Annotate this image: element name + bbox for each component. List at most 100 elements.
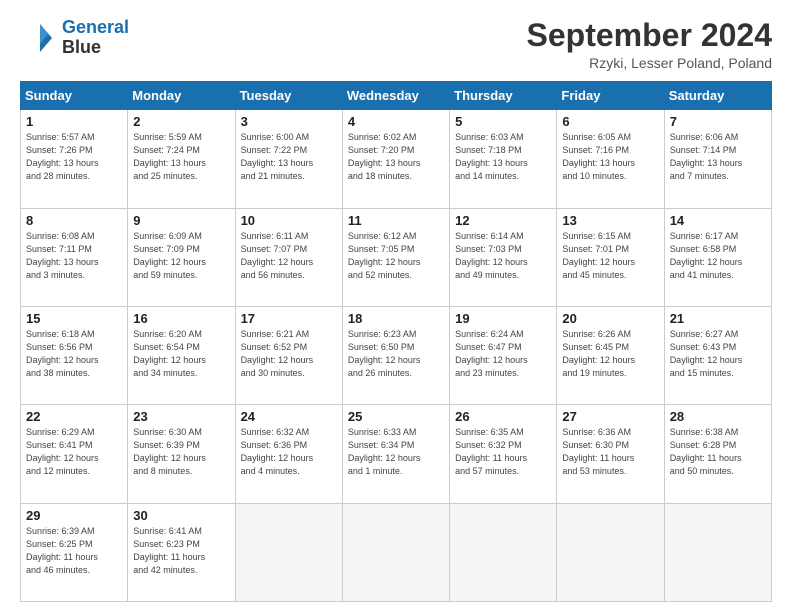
calendar-day-cell: 12 Sunrise: 6:14 AM Sunset: 7:03 PM Dayli… xyxy=(450,208,557,306)
day-info: Sunrise: 6:15 AM Sunset: 7:01 PM Dayligh… xyxy=(562,230,658,282)
day-info: Sunrise: 6:27 AM Sunset: 6:43 PM Dayligh… xyxy=(670,328,766,380)
day-info: Sunrise: 6:41 AM Sunset: 6:23 PM Dayligh… xyxy=(133,525,229,577)
day-number: 18 xyxy=(348,311,444,326)
calendar-table: SundayMondayTuesdayWednesdayThursdayFrid… xyxy=(20,81,772,602)
calendar-week-row: 29Sunrise: 6:39 AM Sunset: 6:25 PM Dayli… xyxy=(21,503,772,601)
calendar-day-cell: 29Sunrise: 6:39 AM Sunset: 6:25 PM Dayli… xyxy=(21,503,128,601)
day-number: 20 xyxy=(562,311,658,326)
weekday-header: Wednesday xyxy=(342,82,449,110)
day-number: 10 xyxy=(241,213,337,228)
weekday-header: Friday xyxy=(557,82,664,110)
day-number: 26 xyxy=(455,409,551,424)
location: Rzyki, Lesser Poland, Poland xyxy=(527,55,772,71)
weekday-header: Thursday xyxy=(450,82,557,110)
day-number: 25 xyxy=(348,409,444,424)
day-number: 4 xyxy=(348,114,444,129)
calendar-week-row: 22 Sunrise: 6:29 AM Sunset: 6:41 PM Dayli… xyxy=(21,405,772,503)
calendar-day-cell: 2 Sunrise: 5:59 AM Sunset: 7:24 PM Daylig… xyxy=(128,110,235,208)
day-info: Sunrise: 6:20 AM Sunset: 6:54 PM Dayligh… xyxy=(133,328,229,380)
calendar-day-cell xyxy=(342,503,449,601)
calendar-day-cell xyxy=(235,503,342,601)
day-number: 30 xyxy=(133,508,229,523)
day-number: 8 xyxy=(26,213,122,228)
logo-icon xyxy=(20,20,56,56)
day-info: Sunrise: 6:24 AM Sunset: 6:47 PM Dayligh… xyxy=(455,328,551,380)
day-info: Sunrise: 6:35 AM Sunset: 6:32 PM Dayligh… xyxy=(455,426,551,478)
logo-line2: Blue xyxy=(62,38,129,58)
day-number: 21 xyxy=(670,311,766,326)
day-info: Sunrise: 6:05 AM Sunset: 7:16 PM Dayligh… xyxy=(562,131,658,183)
day-info: Sunrise: 6:18 AM Sunset: 6:56 PM Dayligh… xyxy=(26,328,122,380)
calendar-day-cell: 26 Sunrise: 6:35 AM Sunset: 6:32 PM Dayli… xyxy=(450,405,557,503)
logo-line1: General xyxy=(62,17,129,37)
day-info: Sunrise: 6:32 AM Sunset: 6:36 PM Dayligh… xyxy=(241,426,337,478)
day-info: Sunrise: 6:08 AM Sunset: 7:11 PM Dayligh… xyxy=(26,230,122,282)
day-info: Sunrise: 6:14 AM Sunset: 7:03 PM Dayligh… xyxy=(455,230,551,282)
day-info: Sunrise: 6:23 AM Sunset: 6:50 PM Dayligh… xyxy=(348,328,444,380)
day-number: 5 xyxy=(455,114,551,129)
calendar-day-cell: 5 Sunrise: 6:03 AM Sunset: 7:18 PM Daylig… xyxy=(450,110,557,208)
month-title: September 2024 xyxy=(527,18,772,53)
day-number: 12 xyxy=(455,213,551,228)
calendar-day-cell: 23Sunrise: 6:30 AM Sunset: 6:39 PM Dayli… xyxy=(128,405,235,503)
day-info: Sunrise: 6:09 AM Sunset: 7:09 PM Dayligh… xyxy=(133,230,229,282)
calendar-day-cell: 19 Sunrise: 6:24 AM Sunset: 6:47 PM Dayli… xyxy=(450,306,557,404)
calendar-day-cell: 11 Sunrise: 6:12 AM Sunset: 7:05 PM Dayli… xyxy=(342,208,449,306)
calendar-day-cell: 10 Sunrise: 6:11 AM Sunset: 7:07 PM Dayli… xyxy=(235,208,342,306)
calendar-day-cell: 28 Sunrise: 6:38 AM Sunset: 6:28 PM Dayli… xyxy=(664,405,771,503)
day-number: 11 xyxy=(348,213,444,228)
calendar-day-cell xyxy=(664,503,771,601)
day-number: 2 xyxy=(133,114,229,129)
day-number: 1 xyxy=(26,114,122,129)
weekday-header: Monday xyxy=(128,82,235,110)
logo-text: General Blue xyxy=(62,18,129,58)
calendar-day-cell: 1 Sunrise: 5:57 AM Sunset: 7:26 PM Daylig… xyxy=(21,110,128,208)
calendar-day-cell: 18 Sunrise: 6:23 AM Sunset: 6:50 PM Dayli… xyxy=(342,306,449,404)
calendar-day-cell: 24 Sunrise: 6:32 AM Sunset: 6:36 PM Dayli… xyxy=(235,405,342,503)
weekday-header: Saturday xyxy=(664,82,771,110)
day-number: 19 xyxy=(455,311,551,326)
calendar-day-cell: 20Sunrise: 6:26 AM Sunset: 6:45 PM Dayli… xyxy=(557,306,664,404)
day-info: Sunrise: 6:12 AM Sunset: 7:05 PM Dayligh… xyxy=(348,230,444,282)
day-info: Sunrise: 6:11 AM Sunset: 7:07 PM Dayligh… xyxy=(241,230,337,282)
weekday-header: Sunday xyxy=(21,82,128,110)
day-number: 13 xyxy=(562,213,658,228)
logo: General Blue xyxy=(20,18,129,58)
day-number: 3 xyxy=(241,114,337,129)
day-info: Sunrise: 6:02 AM Sunset: 7:20 PM Dayligh… xyxy=(348,131,444,183)
day-info: Sunrise: 5:57 AM Sunset: 7:26 PM Dayligh… xyxy=(26,131,122,183)
calendar-day-cell: 16Sunrise: 6:20 AM Sunset: 6:54 PM Dayli… xyxy=(128,306,235,404)
day-info: Sunrise: 6:06 AM Sunset: 7:14 PM Dayligh… xyxy=(670,131,766,183)
calendar-header-row: SundayMondayTuesdayWednesdayThursdayFrid… xyxy=(21,82,772,110)
day-number: 22 xyxy=(26,409,122,424)
day-number: 24 xyxy=(241,409,337,424)
calendar-day-cell: 15 Sunrise: 6:18 AM Sunset: 6:56 PM Dayli… xyxy=(21,306,128,404)
calendar-day-cell xyxy=(450,503,557,601)
day-info: Sunrise: 5:59 AM Sunset: 7:24 PM Dayligh… xyxy=(133,131,229,183)
calendar-day-cell: 27 Sunrise: 6:36 AM Sunset: 6:30 PM Dayli… xyxy=(557,405,664,503)
day-number: 27 xyxy=(562,409,658,424)
calendar-week-row: 15 Sunrise: 6:18 AM Sunset: 6:56 PM Dayli… xyxy=(21,306,772,404)
day-number: 9 xyxy=(133,213,229,228)
day-number: 14 xyxy=(670,213,766,228)
day-number: 17 xyxy=(241,311,337,326)
page: General Blue September 2024 Rzyki, Lesse… xyxy=(0,0,792,612)
day-number: 28 xyxy=(670,409,766,424)
calendar-day-cell xyxy=(557,503,664,601)
day-number: 6 xyxy=(562,114,658,129)
day-info: Sunrise: 6:03 AM Sunset: 7:18 PM Dayligh… xyxy=(455,131,551,183)
calendar-day-cell: 21 Sunrise: 6:27 AM Sunset: 6:43 PM Dayli… xyxy=(664,306,771,404)
day-number: 15 xyxy=(26,311,122,326)
weekday-header: Tuesday xyxy=(235,82,342,110)
day-info: Sunrise: 6:36 AM Sunset: 6:30 PM Dayligh… xyxy=(562,426,658,478)
day-info: Sunrise: 6:38 AM Sunset: 6:28 PM Dayligh… xyxy=(670,426,766,478)
day-info: Sunrise: 6:29 AM Sunset: 6:41 PM Dayligh… xyxy=(26,426,122,478)
calendar-day-cell: 25 Sunrise: 6:33 AM Sunset: 6:34 PM Dayli… xyxy=(342,405,449,503)
header: General Blue September 2024 Rzyki, Lesse… xyxy=(20,18,772,71)
day-number: 29 xyxy=(26,508,122,523)
calendar-day-cell: 9 Sunrise: 6:09 AM Sunset: 7:09 PM Daylig… xyxy=(128,208,235,306)
title-block: September 2024 Rzyki, Lesser Poland, Pol… xyxy=(527,18,772,71)
day-info: Sunrise: 6:21 AM Sunset: 6:52 PM Dayligh… xyxy=(241,328,337,380)
calendar-day-cell: 30 Sunrise: 6:41 AM Sunset: 6:23 PM Dayli… xyxy=(128,503,235,601)
day-info: Sunrise: 6:33 AM Sunset: 6:34 PM Dayligh… xyxy=(348,426,444,478)
